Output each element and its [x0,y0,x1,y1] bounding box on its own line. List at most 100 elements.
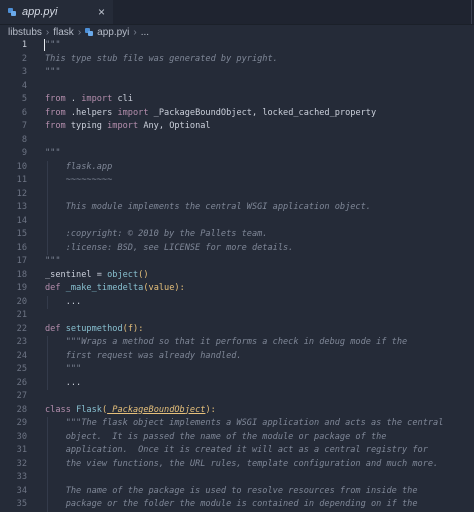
code-editor[interactable]: 1 """ 2 This type stub file was generated b… [0,39,474,512]
line-number: 9 [21,148,27,158]
code-line[interactable]: 21 [0,309,474,323]
code-token: _sentinel = [45,269,108,280]
code-line[interactable]: 17 """ [0,255,474,269]
line-number: 29 [16,418,27,428]
breadcrumb-item-symbols[interactable]: ... [141,27,149,38]
code-line[interactable]: 11 ~~~~~~~~~ [0,174,474,188]
code-line[interactable]: 1 """ [0,39,474,53]
code-text: object. It is passed the name of the mod… [45,431,387,445]
line-number: 7 [21,121,27,131]
tab-label: app.pyi [22,6,58,18]
line-number: 8 [21,134,27,145]
line-number: 2 [21,53,27,64]
code-line[interactable]: 10 flask.app [0,161,474,175]
python-file-icon [8,8,16,16]
code-token: typing [65,121,108,131]
code-text: ... [45,296,82,310]
code-line[interactable]: 31 application. Once it is created it wi… [0,444,474,458]
code-line[interactable]: 20 ... [0,296,474,310]
breadcrumb-separator: › [77,26,82,38]
code-line[interactable]: 2 This type stub file was generated by py… [0,53,474,67]
code-token: package or the folder the module is cont… [45,499,418,509]
code-line[interactable]: 34 The name of the package is used to re… [0,485,474,499]
code-text: """Wraps a method so that it performs a … [45,336,407,350]
code-text: :license: BSD, see LICENSE for more deta… [45,242,294,256]
line-number: 12 [16,188,27,199]
code-line[interactable]: 27 [0,390,474,404]
code-line[interactable]: 32 the view functions, the URL rules, te… [0,458,474,472]
code-token: Flask [76,404,102,415]
code-line[interactable]: 22 def setupmethod(f): [0,323,474,337]
code-token: """ [45,364,82,374]
code-text: """The flask object implements a WSGI ap… [45,417,444,431]
code-line[interactable]: 5 from . import cli [0,93,474,107]
code-token: ): [133,323,144,334]
code-token: import [117,107,149,118]
breadcrumb-item-flask[interactable]: flask [53,27,74,38]
code-line[interactable]: 23 """Wraps a method so that it performs… [0,336,474,350]
code-line[interactable]: 3 """ [0,66,474,80]
code-text: class Flask(_PackageBoundObject): [45,404,216,418]
code-line[interactable]: 7 from typing import Any, Optional [0,120,474,134]
line-number: 22 [16,323,27,334]
code-line[interactable]: 24 first request was already handled. [0,350,474,364]
code-line[interactable]: 30 object. It is passed the name of the … [0,431,474,445]
code-text: def _make_timedelta(value): [45,282,185,296]
code-token: class [45,404,71,415]
code-text: ~~~~~~~~~ [45,174,113,188]
code-line[interactable]: 25 """ [0,363,474,377]
code-token: """The flask object implements a WSGI ap… [45,418,444,428]
code-token: """ [45,256,61,266]
code-token: The name of the package is used to resol… [45,485,418,496]
code-line[interactable]: 33 [0,471,474,485]
code-text: """ [45,147,61,161]
line-number: 26 [16,377,27,388]
code-line[interactable]: 26 ... [0,377,474,391]
code-token: . [65,94,82,104]
code-line[interactable]: 12 [0,188,474,202]
code-text: from typing import Any, Optional [45,120,211,134]
editor-divider [471,0,472,24]
code-line[interactable]: 6 from .helpers import _PackageBoundObjec… [0,107,474,121]
code-token: This type stub file was generated by pyr… [45,53,278,64]
code-token: cli [112,94,133,104]
code-line[interactable]: 29 """The flask object implements a WSGI… [0,417,474,431]
code-token: import [107,121,139,131]
code-text: def setupmethod(f): [45,323,143,337]
line-number: 23 [16,337,27,347]
breadcrumb: libstubs › flask › app.pyi › ... [0,25,474,39]
code-line[interactable]: 8 [0,134,474,148]
line-number: 14 [16,215,27,226]
close-icon[interactable]: × [98,5,105,19]
tab-bar-empty-area [113,0,471,24]
breadcrumb-item-libstubs[interactable]: libstubs [8,27,42,38]
code-line[interactable]: 28 class Flask(_PackageBoundObject): [0,404,474,418]
code-token: ... [45,377,82,388]
code-token: """ [45,40,61,50]
line-number: 16 [16,242,27,253]
code-text: This module implements the central WSGI … [45,201,371,215]
code-token: first request was already handled. [45,350,242,361]
code-line[interactable]: 13 This module implements the central WS… [0,201,474,215]
line-number: 35 [16,499,27,509]
code-line[interactable]: 19 def _make_timedelta(value): [0,282,474,296]
tab-app-pyi[interactable]: app.pyi × [0,0,113,24]
indent-guide [47,336,48,390]
code-line[interactable]: 15 :copyright: © 2010 by the Pallets tea… [0,228,474,242]
code-text: """ [45,39,61,53]
code-line[interactable]: 16 :license: BSD, see LICENSE for more d… [0,242,474,256]
line-number: 18 [16,269,27,280]
code-line[interactable]: 14 [0,215,474,229]
line-number: 17 [16,256,27,266]
code-token: from [45,94,66,104]
code-line[interactable]: 9 """ [0,147,474,161]
code-token: def [45,283,61,293]
code-line[interactable]: 4 [0,80,474,94]
tab-bar: app.pyi × [0,0,474,25]
code-line[interactable]: 18 _sentinel = object() [0,269,474,283]
code-line[interactable]: 35 package or the folder the module is c… [0,498,474,512]
breadcrumb-item-file[interactable]: app.pyi [97,27,129,38]
breadcrumb-separator: › [45,26,50,38]
code-text: The name of the package is used to resol… [45,485,418,499]
code-text: :copyright: © 2010 by the Pallets team. [45,228,268,242]
